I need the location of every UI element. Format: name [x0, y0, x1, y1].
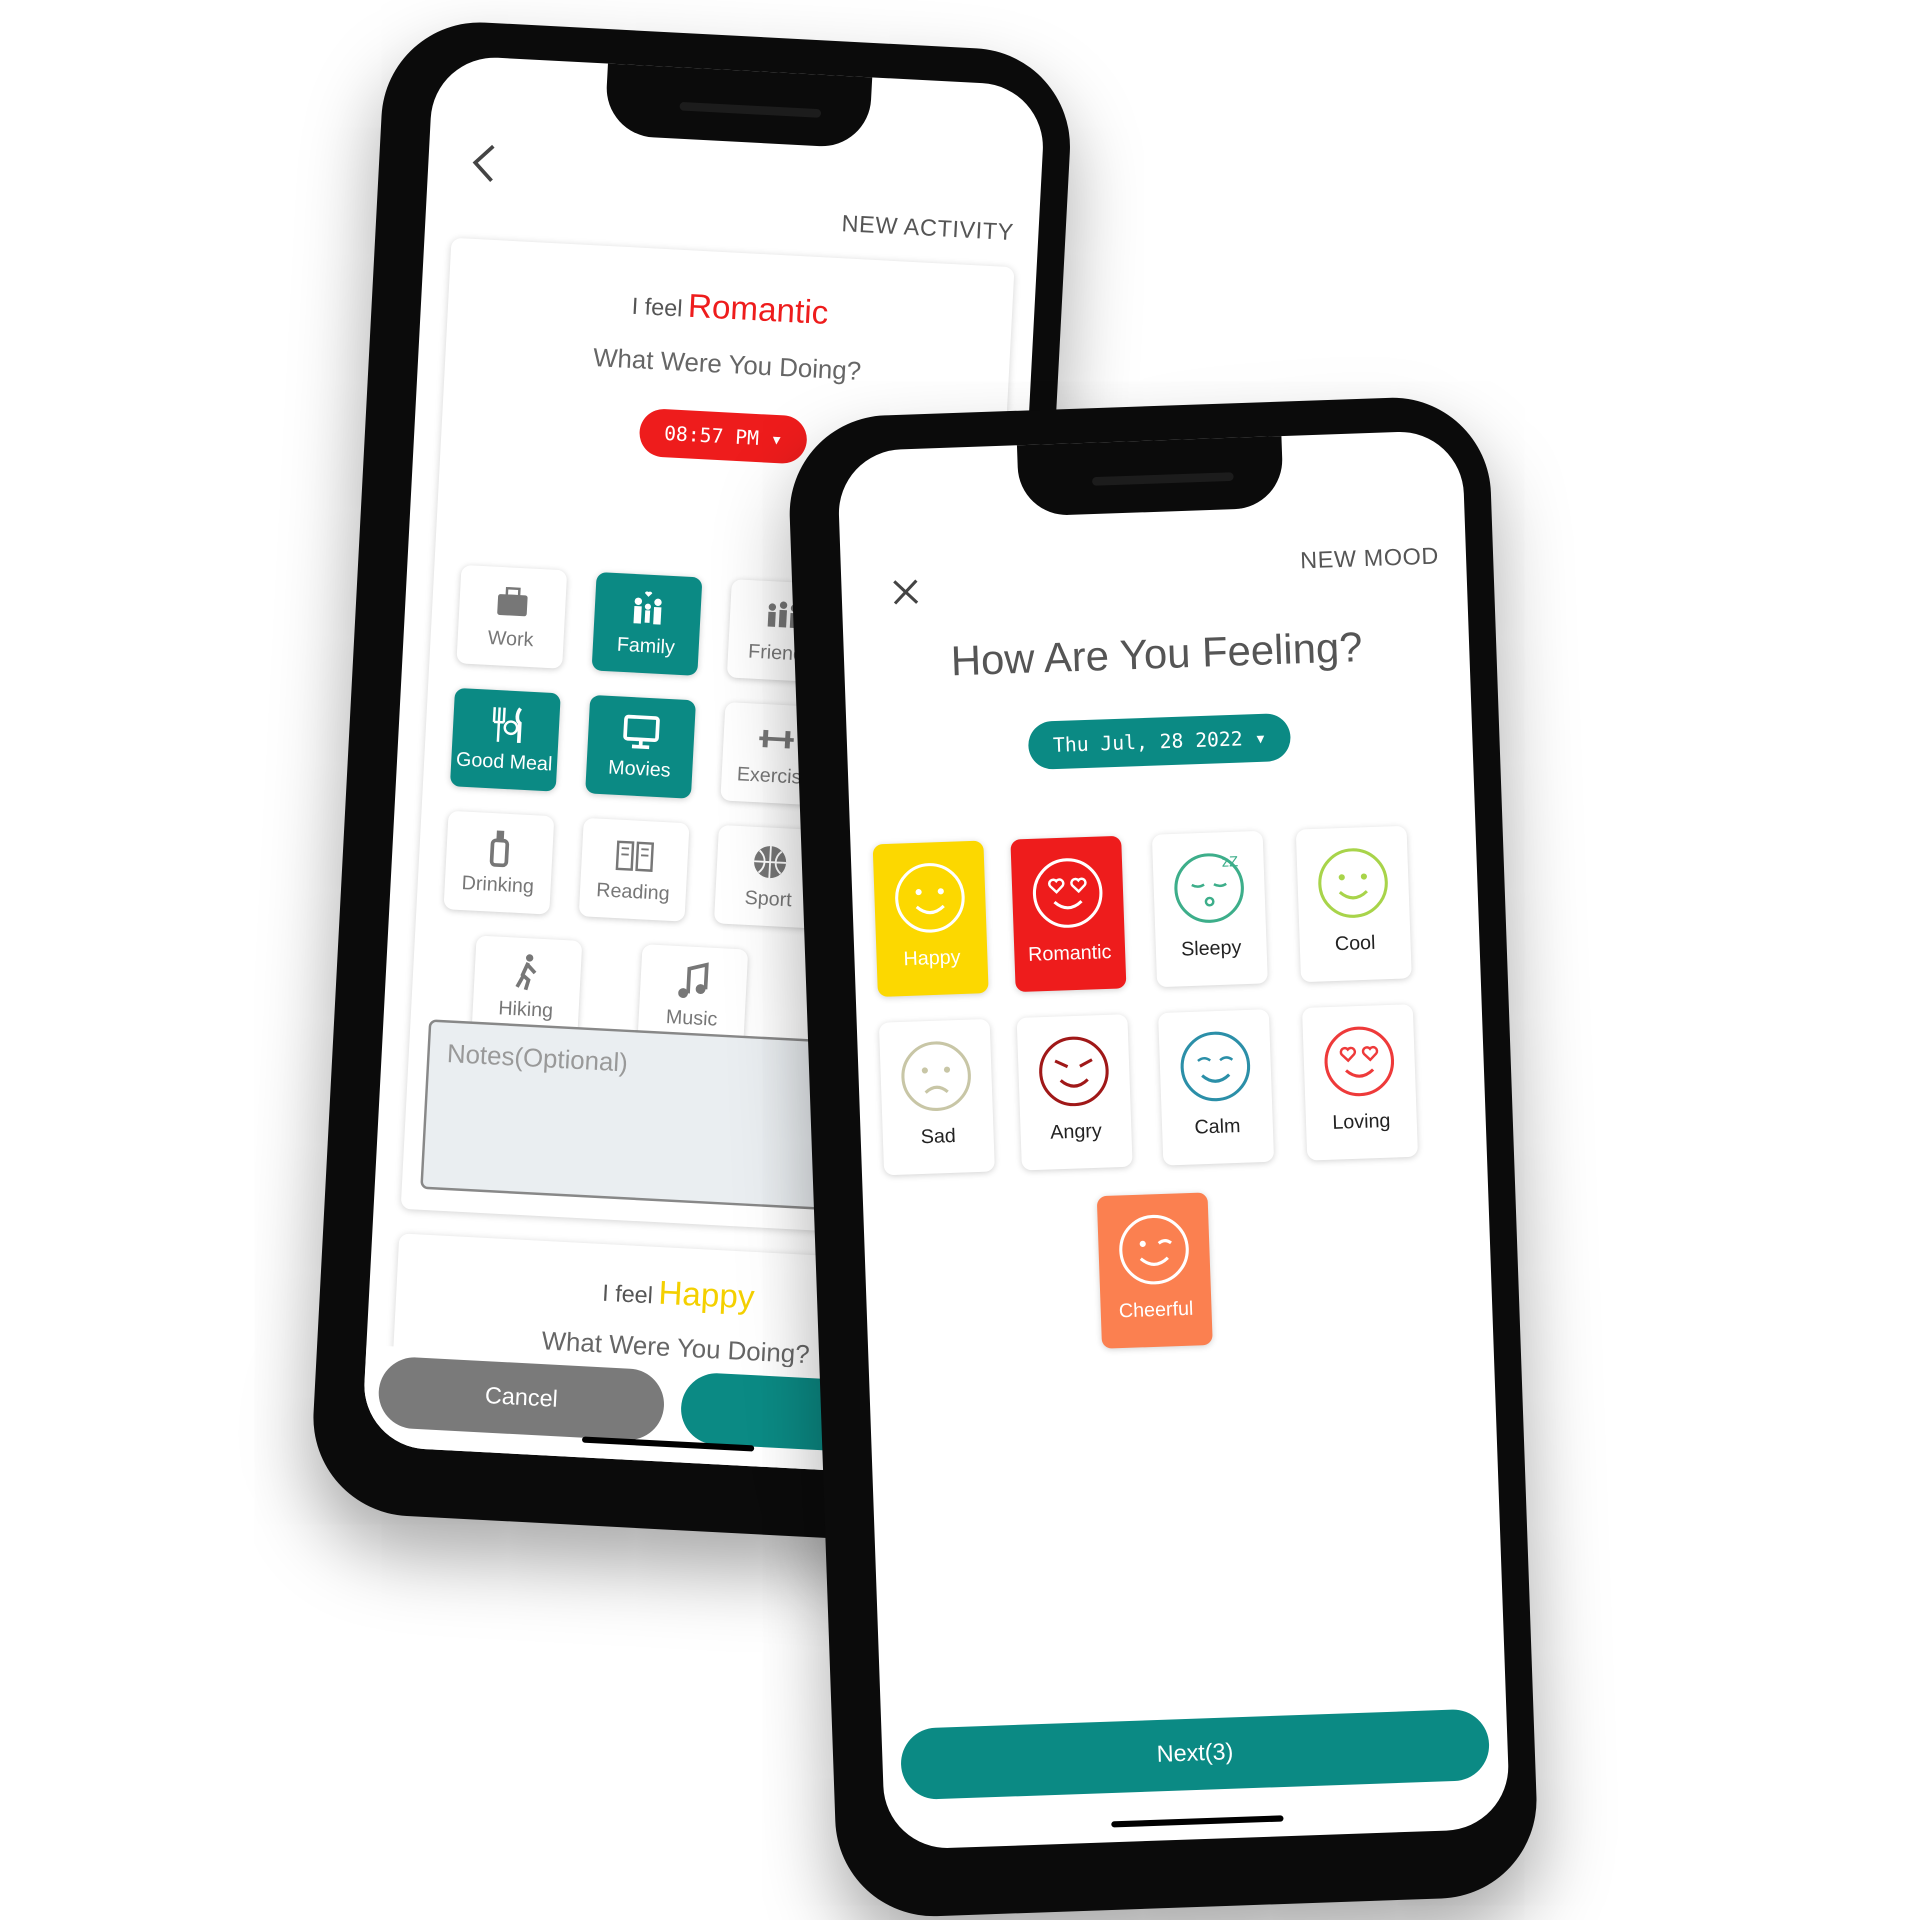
date-picker[interactable]: Thu Jul, 28 2022 ▾: [1027, 712, 1292, 770]
dumbbell-icon: [759, 729, 794, 749]
angry-face-icon: [1039, 1036, 1109, 1107]
home-indicator: [1111, 1815, 1284, 1828]
activity-label: Sport: [744, 887, 793, 912]
music-icon: [678, 962, 709, 999]
feel-mood: Happy: [657, 1274, 756, 1316]
loving-face-icon: [1324, 1026, 1395, 1097]
activity-tile-reading[interactable]: Reading: [578, 817, 690, 922]
basketball-icon: [754, 846, 787, 879]
feel-mood: Romantic: [687, 287, 830, 332]
mood-tile-sleepy[interactable]: zZ Sleepy: [1151, 830, 1268, 988]
feel-prefix: I feel: [601, 1280, 654, 1310]
mood-tile-happy[interactable]: Happy: [872, 840, 989, 997]
utensils-icon: [492, 707, 523, 744]
activity-label: Music: [665, 1007, 718, 1031]
page-heading: How Are You Feeling?: [950, 624, 1364, 686]
screen-title: NEW ACTIVITY: [840, 211, 1015, 247]
feel-line: I feel Romantic: [448, 275, 1013, 343]
time-value: 08:57 PM: [663, 421, 760, 450]
activity-tile-good-meal[interactable]: Good Meal: [449, 687, 561, 792]
mood-label: Cool: [1334, 932, 1376, 956]
mood-tile-sad[interactable]: Sad: [878, 1018, 995, 1176]
bottle-icon: [489, 830, 510, 868]
hiking-icon: [515, 954, 537, 991]
mood-phone: NEW MOOD How Are You Feeling? Thu Jul, 2…: [786, 394, 1540, 1920]
mood-tile-loving[interactable]: Loving: [1301, 1004, 1419, 1161]
next-button[interactable]: Next(3): [899, 1708, 1491, 1801]
mood-label: Sleepy: [1180, 937, 1242, 961]
caret-down-icon: ▾: [1254, 726, 1267, 750]
caret-down-icon: ▾: [770, 427, 784, 452]
mood-screen: NEW MOOD How Are You Feeling? Thu Jul, 2…: [836, 429, 1511, 1851]
notch: [1016, 431, 1284, 517]
mood-label: Cheerful: [1118, 1298, 1194, 1323]
activity-label: Reading: [595, 880, 671, 905]
sad-face-icon: [901, 1041, 971, 1111]
mood-label: Calm: [1194, 1116, 1241, 1139]
date-value: Thu Jul, 28 2022: [1052, 726, 1244, 757]
mood-tile-romantic[interactable]: Romantic: [1010, 835, 1127, 993]
sleepy-face-icon: zZ: [1174, 853, 1244, 923]
happy-face-icon: [895, 863, 965, 933]
activity-label: Family: [616, 634, 676, 659]
mood-label: Loving: [1332, 1110, 1391, 1134]
activity-label: Good Meal: [455, 749, 553, 776]
cheerful-face-icon: [1119, 1214, 1189, 1285]
mood-tile-cool[interactable]: Cool: [1295, 825, 1412, 983]
screen-title: NEW MOOD: [1299, 543, 1440, 575]
mood-label: Happy: [903, 947, 961, 971]
mood-tile-cheerful[interactable]: Cheerful: [1096, 1192, 1213, 1349]
question: What Were You Doing?: [592, 343, 862, 387]
activity-tile-work[interactable]: Work: [456, 564, 568, 669]
back-arrow-icon[interactable]: [464, 140, 503, 186]
feel-prefix: I feel: [631, 294, 684, 323]
romantic-face-icon: [1032, 858, 1103, 928]
briefcase-icon: [497, 586, 528, 617]
family-icon: [633, 591, 662, 625]
calm-face-icon: [1180, 1031, 1251, 1102]
activity-label: Hiking: [497, 998, 554, 1022]
activity-tile-family[interactable]: Family: [591, 571, 703, 676]
activity-label: Movies: [607, 757, 672, 782]
mood-tile-calm[interactable]: Calm: [1158, 1009, 1275, 1166]
activity-tile-drinking[interactable]: Drinking: [443, 810, 555, 915]
monitor-icon: [623, 714, 660, 750]
cancel-button[interactable]: Cancel: [376, 1355, 666, 1442]
time-picker[interactable]: 08:57 PM ▾: [638, 407, 809, 465]
activity-label: Work: [487, 627, 534, 652]
mood-label: Angry: [1049, 1120, 1103, 1144]
close-icon[interactable]: [890, 577, 921, 608]
activity-tile-movies[interactable]: Movies: [585, 694, 696, 799]
book-icon: [615, 840, 655, 872]
mood-label: Sad: [920, 1126, 957, 1149]
activity-label: Drinking: [461, 873, 535, 898]
mood-label: Romantic: [1027, 942, 1112, 966]
mood-tile-angry[interactable]: Angry: [1016, 1014, 1133, 1171]
svg-text:zZ: zZ: [1222, 854, 1239, 871]
cool-face-icon: [1318, 848, 1388, 918]
notch: [604, 58, 873, 149]
